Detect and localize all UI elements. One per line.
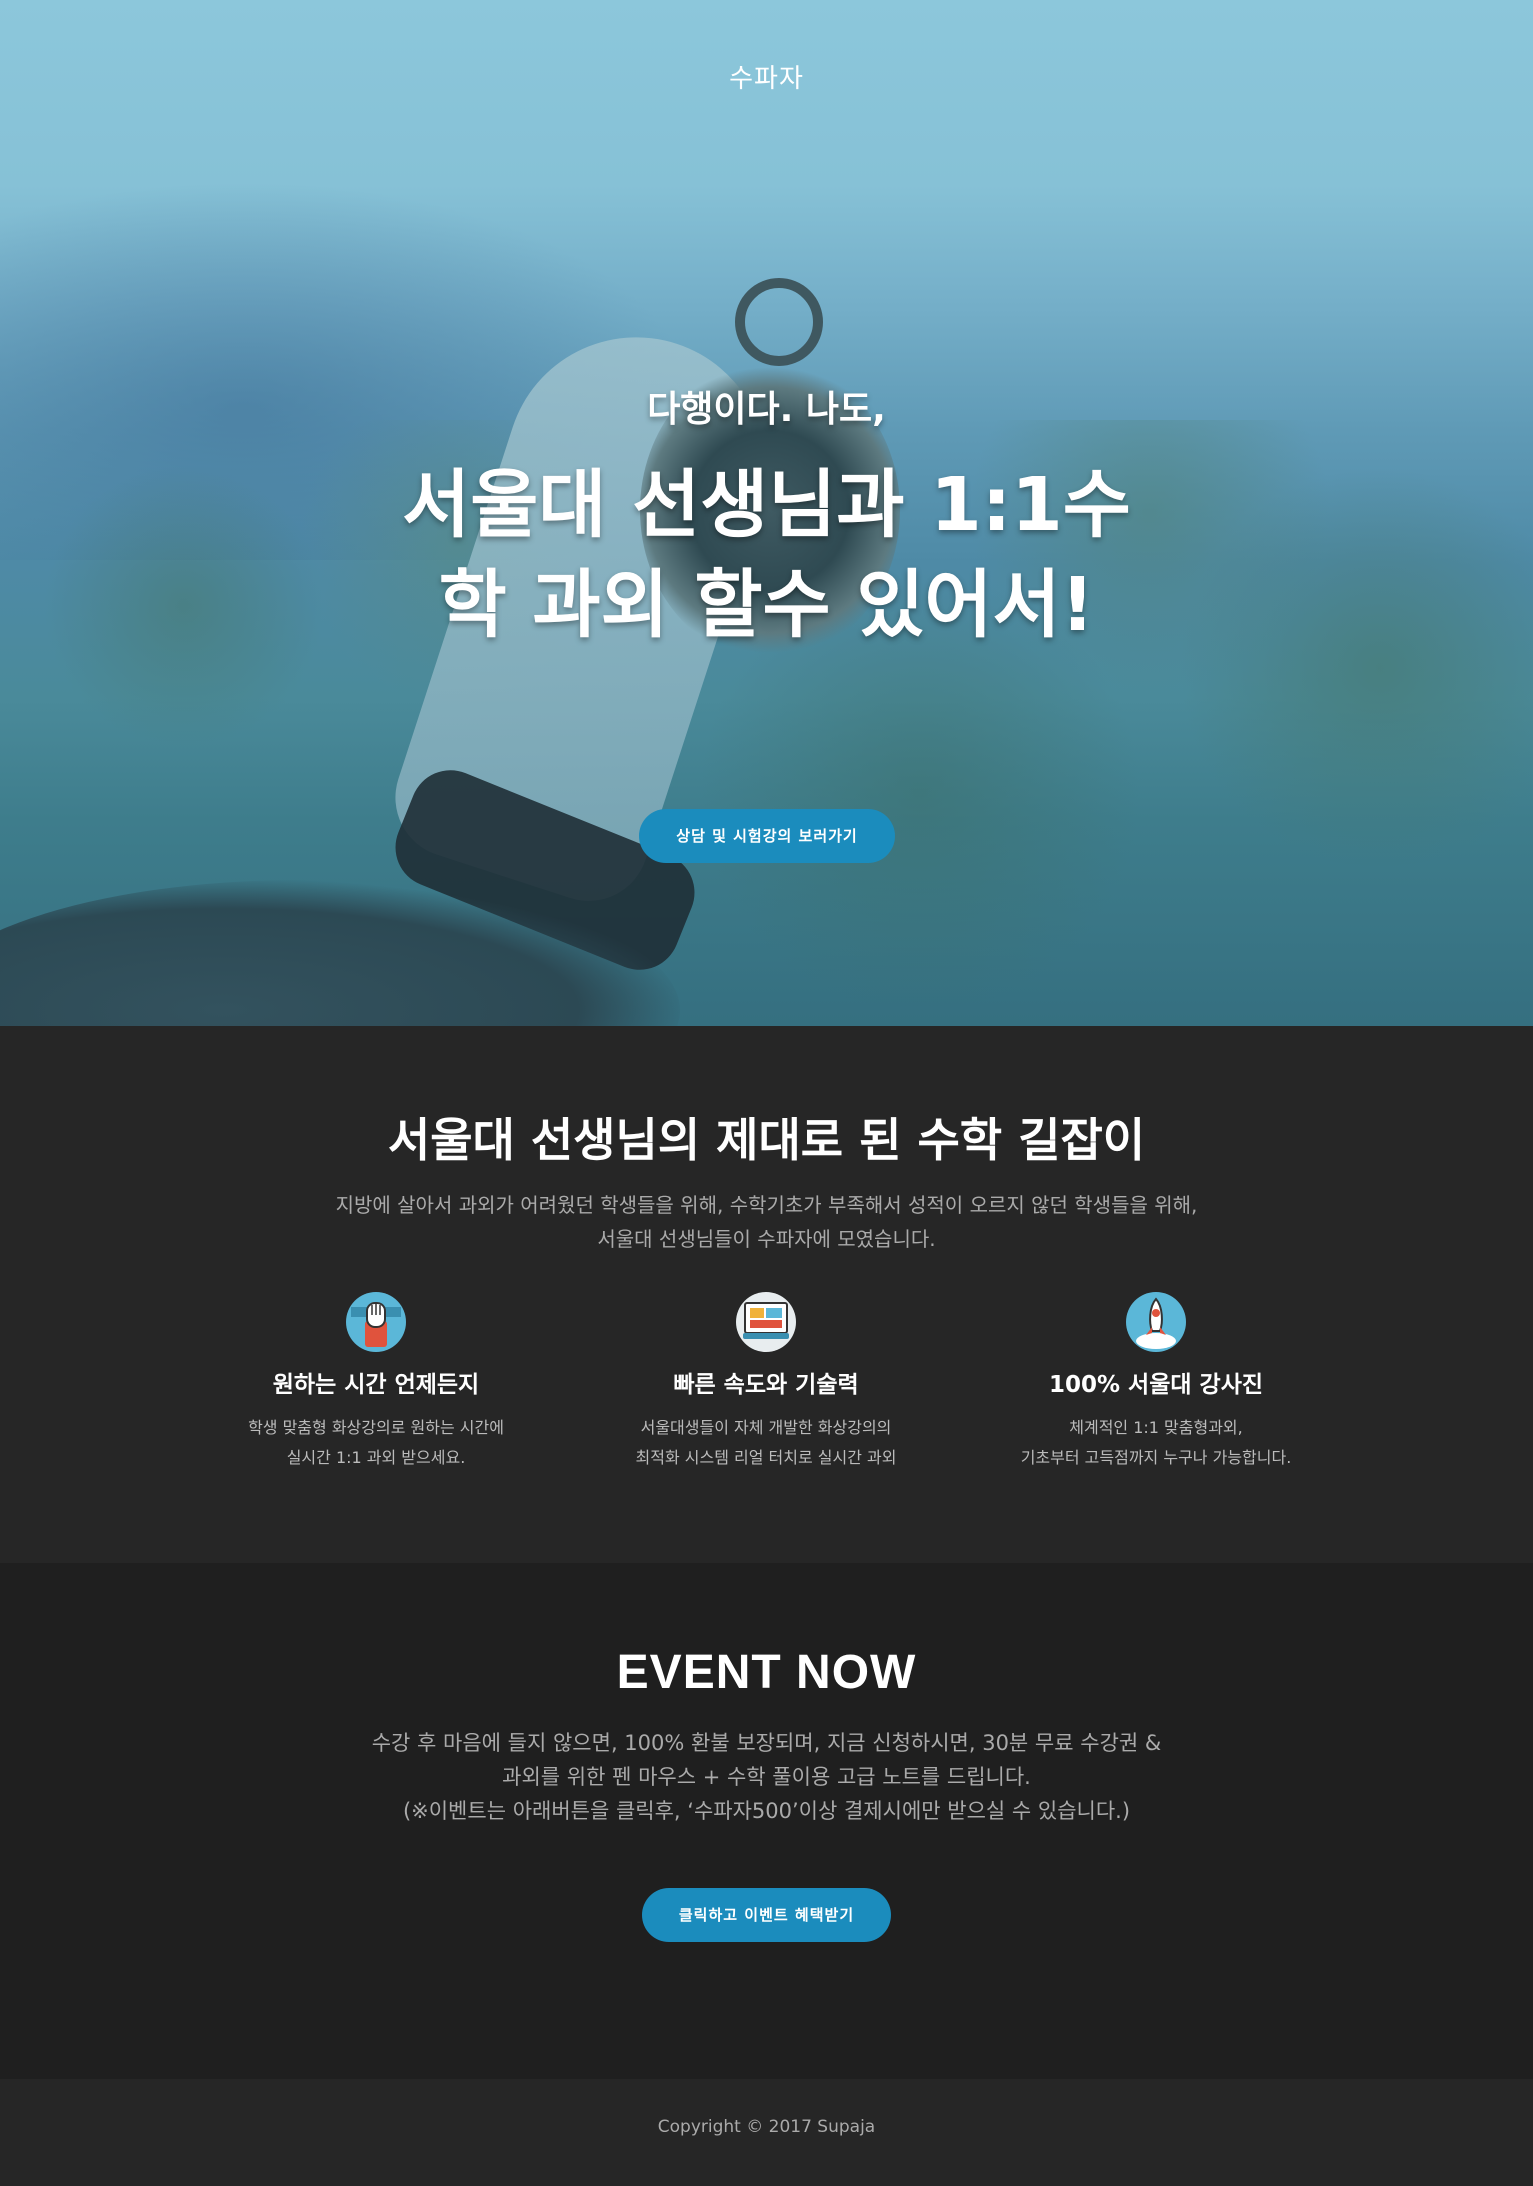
event-description-line: 수강 후 마음에 들지 않으면, 100% 환불 보장되며, 지금 신청하시면,… (371, 1731, 1162, 1755)
computer-icon (735, 1291, 797, 1353)
hand-icon (345, 1291, 407, 1353)
footer: Copyright © 2017 Supaja (0, 2079, 1533, 2186)
features-description-line: 지방에 살아서 과외가 어려웠던 학생들을 위해, 수학기초가 부족해서 성적이… (335, 1193, 1198, 1217)
consult-trial-button[interactable]: 상담 및 시험강의 보러가기 (639, 809, 895, 863)
features-title: 서울대 선생님의 제대로 된 수학 길잡이 (387, 1113, 1146, 1167)
event-description-line: 과외를 위한 펜 마우스 + 수학 풀이용 고급 노트를 드립니다. (502, 1765, 1031, 1789)
event-description-line: (※이벤트는 아래버튼을 클릭후, ‘수파자500’이상 결제시에만 받으실 수… (402, 1799, 1131, 1823)
hero-section: 수파자 다행이다. 나도, 서울대 선생님과 1:1수학 과외 할수 있어서! … (0, 0, 1533, 1026)
features-description: 지방에 살아서 과외가 어려웠던 학생들을 위해, 수학기초가 부족해서 성적이… (0, 1188, 1533, 1256)
copyright-text: Copyright © 2017 Supaja (657, 2117, 876, 2137)
rocket-icon (1125, 1291, 1187, 1353)
hero-title: 서울대 선생님과 1:1수학 과외 할수 있어서! (402, 462, 1131, 648)
feature-text-line: 최적화 시스템 리얼 터치로 실시간 과외 (635, 1448, 897, 1467)
feature-text-line: 서울대생들이 자체 개발한 화상강의의 (640, 1418, 892, 1437)
feature-text-line: 학생 맞춤형 화상강의로 원하는 시간에 (248, 1418, 504, 1437)
feature-text-line: 실시간 1:1 과외 받으세요. (286, 1448, 466, 1467)
feature-name: 원하는 시간 언제든지 (272, 1372, 480, 1398)
features-description-line: 서울대 선생님들이 수파자에 모였습니다. (597, 1227, 936, 1251)
feature-name: 100% 서울대 강사진 (1048, 1372, 1264, 1398)
feature-item-teachers: 100% 서울대 강사진 체계적인 1:1 맞춤형과외, 기초부터 고득점까지 … (986, 1291, 1326, 1473)
event-section: EVENT NOW 수강 후 마음에 들지 않으면, 100% 환불 보장되며,… (0, 1563, 1533, 2079)
brand-logo[interactable]: 수파자 (0, 58, 1533, 95)
event-title: EVENT NOW (616, 1646, 917, 1699)
feature-name: 빠른 속도와 기술력 (673, 1372, 859, 1398)
feature-item-speed: 빠른 속도와 기술력 서울대생들이 자체 개발한 화상강의의 최적화 시스템 리… (596, 1291, 936, 1473)
feature-item-time: 원하는 시간 언제든지 학생 맞춤형 화상강의로 원하는 시간에 실시간 1:1… (206, 1291, 546, 1473)
event-benefit-button[interactable]: 클릭하고 이벤트 혜택받기 (642, 1888, 891, 1942)
feature-text-line: 체계적인 1:1 맞춤형과외, (1069, 1418, 1243, 1437)
event-description: 수강 후 마음에 들지 않으면, 100% 환불 보장되며, 지금 신청하시면,… (0, 1726, 1533, 1828)
feature-text: 체계적인 1:1 맞춤형과외, 기초부터 고득점까지 누구나 가능합니다. (986, 1413, 1326, 1473)
hero-subtitle: 다행이다. 나도, (647, 389, 886, 430)
feature-text-line: 기초부터 고득점까지 누구나 가능합니다. (1020, 1448, 1292, 1467)
hero-background-compass-ring (735, 278, 823, 366)
features-section: 서울대 선생님의 제대로 된 수학 길잡이 지방에 살아서 과외가 어려웠던 학… (0, 1026, 1533, 1563)
feature-text: 학생 맞춤형 화상강의로 원하는 시간에 실시간 1:1 과외 받으세요. (206, 1413, 546, 1473)
feature-text: 서울대생들이 자체 개발한 화상강의의 최적화 시스템 리얼 터치로 실시간 과… (596, 1413, 936, 1473)
